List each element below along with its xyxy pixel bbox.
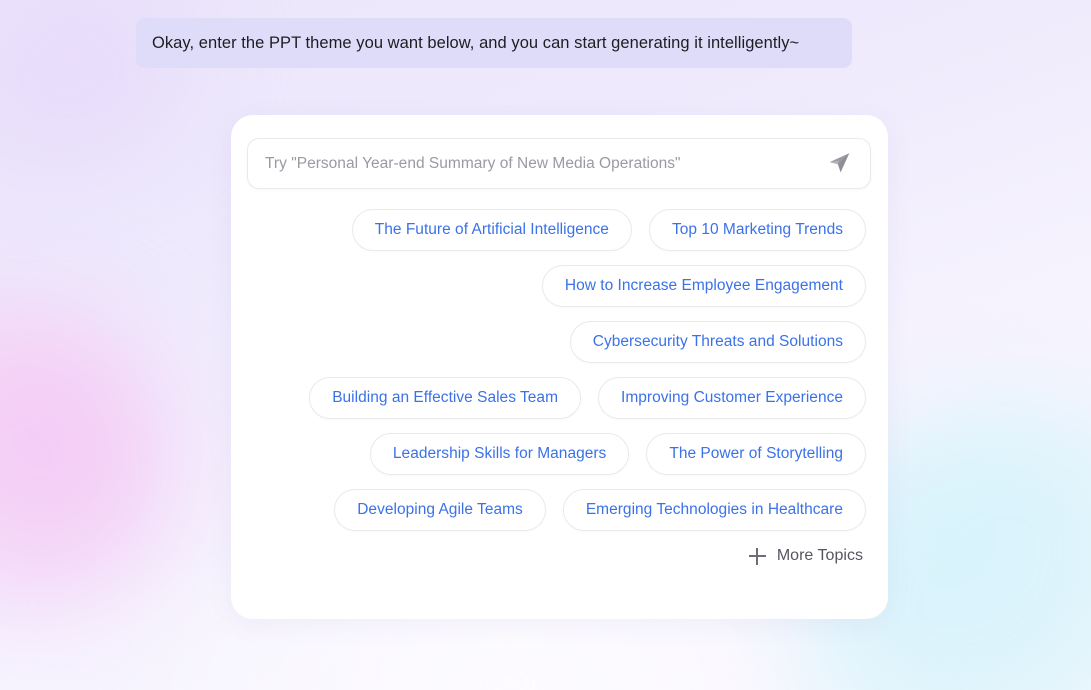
topic-chip[interactable]: Leadership Skills for Managers bbox=[369, 433, 630, 475]
topic-chip[interactable]: The Power of Storytelling bbox=[646, 433, 866, 475]
topic-chip[interactable]: Emerging Technologies in Healthcare bbox=[562, 489, 866, 531]
topic-chip-row: The Future of Artificial Intelligence To… bbox=[247, 209, 866, 251]
content-layer: Okay, enter the PPT theme you want below… bbox=[0, 0, 1091, 690]
topic-chip[interactable]: The Future of Artificial Intelligence bbox=[351, 209, 632, 251]
more-topics-label: More Topics bbox=[776, 547, 863, 564]
more-topics-row: More Topics bbox=[247, 545, 871, 567]
topic-chip[interactable]: How to Increase Employee Engagement bbox=[541, 265, 866, 307]
topic-chip-row: Developing Agile Teams Emerging Technolo… bbox=[247, 489, 866, 531]
topic-chip[interactable]: Top 10 Marketing Trends bbox=[648, 209, 866, 251]
prompt-input[interactable] bbox=[265, 154, 822, 173]
plus-icon bbox=[748, 547, 766, 565]
more-topics-button[interactable]: More Topics bbox=[747, 545, 865, 567]
assistant-message-bubble: Okay, enter the PPT theme you want below… bbox=[136, 18, 852, 68]
topic-chip-row: How to Increase Employee Engagement bbox=[247, 265, 866, 307]
topic-chip[interactable]: Developing Agile Teams bbox=[334, 489, 546, 531]
topic-chip[interactable]: Improving Customer Experience bbox=[598, 377, 866, 419]
assistant-message-text: Okay, enter the PPT theme you want below… bbox=[152, 33, 800, 52]
topic-suggestion-card: The Future of Artificial Intelligence To… bbox=[231, 115, 888, 619]
topic-chip-list: The Future of Artificial Intelligence To… bbox=[247, 209, 871, 531]
prompt-composer[interactable] bbox=[247, 138, 871, 189]
topic-chip-row: Leadership Skills for Managers The Power… bbox=[247, 433, 866, 475]
send-paper-plane-icon bbox=[827, 150, 852, 178]
topic-chip[interactable]: Building an Effective Sales Team bbox=[309, 377, 582, 419]
topic-chip-row: Cybersecurity Threats and Solutions bbox=[247, 321, 866, 363]
send-button[interactable] bbox=[822, 149, 856, 179]
topic-chip-row: Building an Effective Sales Team Improvi… bbox=[247, 377, 866, 419]
topic-chip[interactable]: Cybersecurity Threats and Solutions bbox=[569, 321, 866, 363]
